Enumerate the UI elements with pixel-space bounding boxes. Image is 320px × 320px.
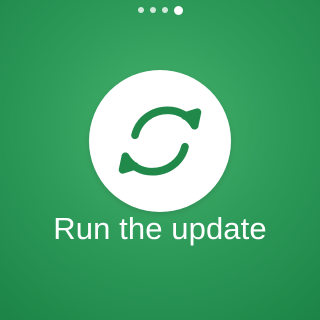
- sync-icon: [118, 106, 202, 176]
- page-indicator: [0, 3, 320, 17]
- page-dot: [161, 7, 168, 13]
- update-screen: Run the update: [0, 0, 320, 320]
- page-dot: [137, 7, 144, 13]
- action-label: Run the update: [53, 211, 267, 246]
- page-dot-active: [173, 5, 183, 15]
- page-dot: [149, 7, 156, 13]
- run-update-button[interactable]: [89, 70, 231, 212]
